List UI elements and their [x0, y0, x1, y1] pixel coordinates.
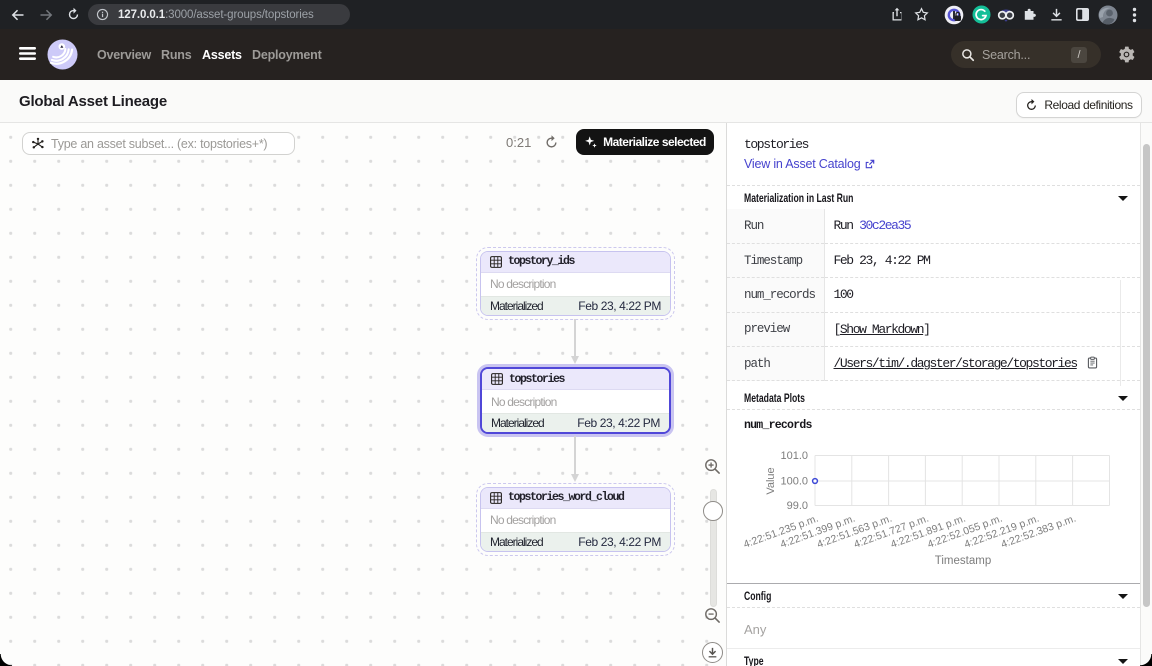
- svg-text:100.0: 100.0: [780, 476, 808, 488]
- svg-text:99.0: 99.0: [787, 500, 808, 512]
- svg-text:Value: Value: [765, 467, 777, 494]
- svg-text:101.0: 101.0: [780, 450, 808, 462]
- svg-text:Timestamp: Timestamp: [935, 555, 991, 567]
